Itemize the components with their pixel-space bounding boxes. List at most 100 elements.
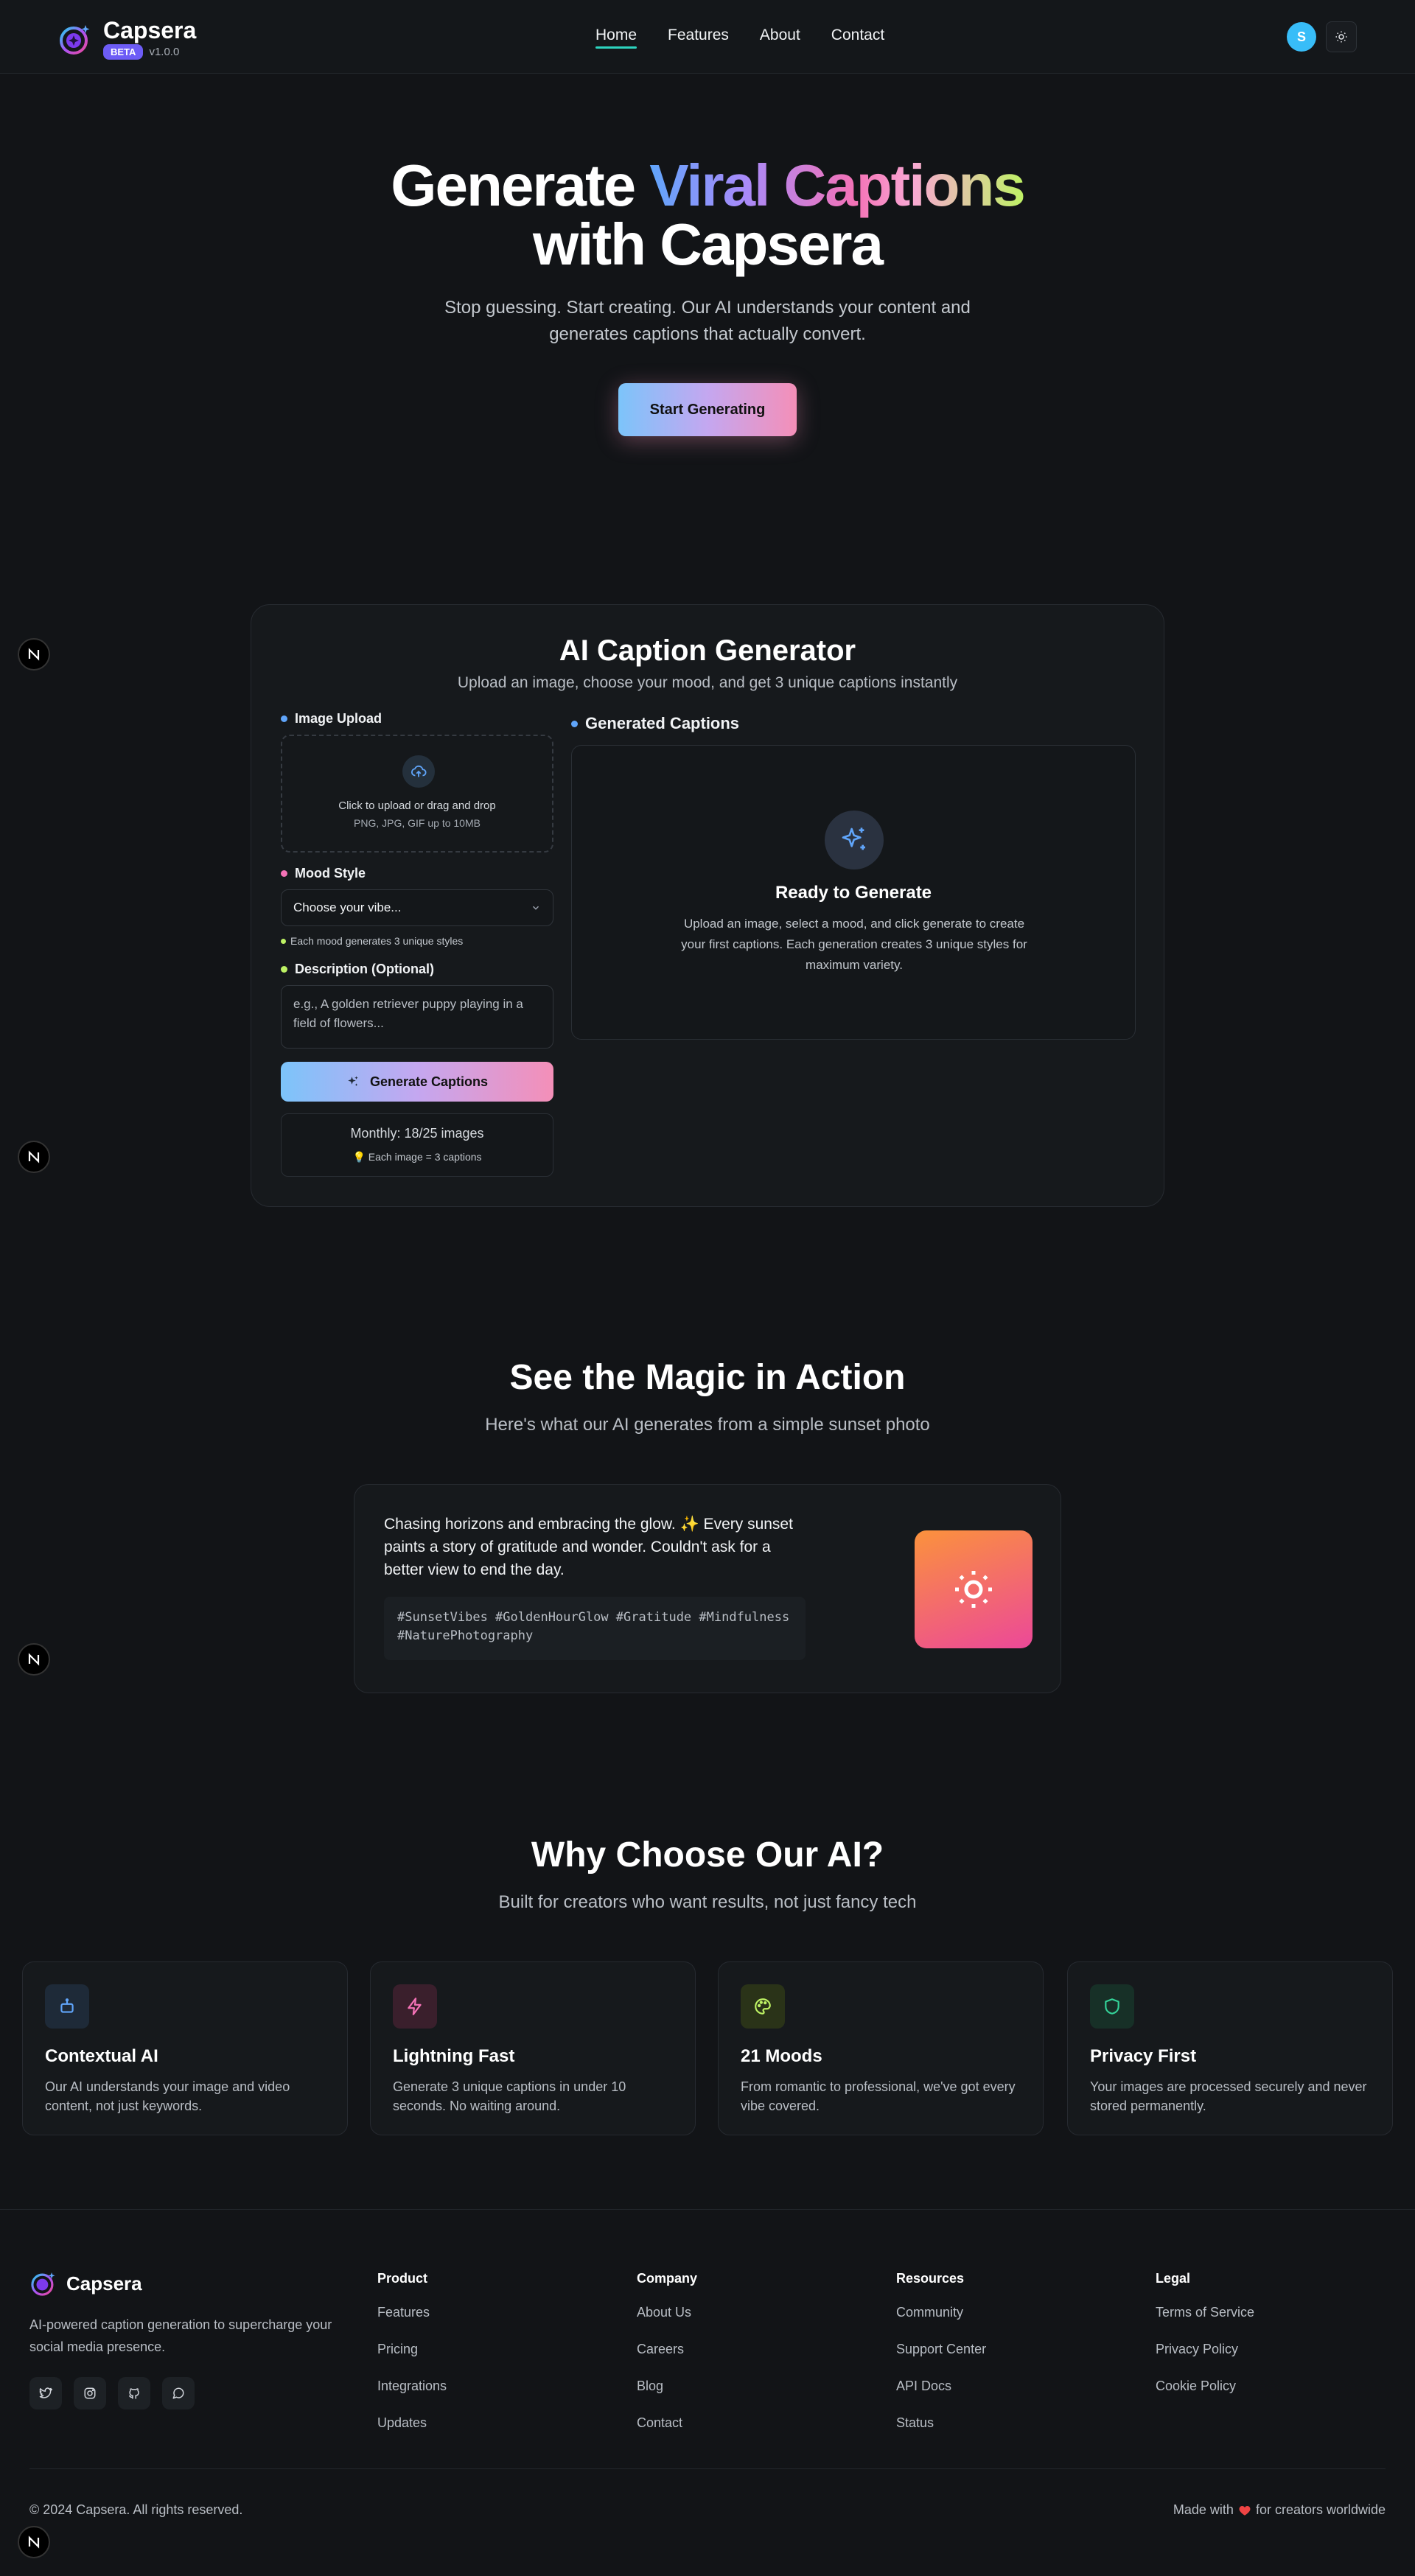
- footer-brand[interactable]: Capsera: [29, 2269, 142, 2297]
- made-with-love: Made with for creators worldwide: [1173, 2502, 1386, 2517]
- site-header: Capsera BETA v1.0.0 Home Features About …: [0, 0, 1415, 74]
- footer-link[interactable]: Blog: [637, 2378, 697, 2415]
- robot-icon: [45, 1984, 89, 2029]
- feature-text: Our AI understands your image and video …: [45, 2079, 290, 2113]
- footer-col-company: Company About Us Careers Blog Contact: [637, 2271, 697, 2451]
- hero-subtitle: Stop guessing. Start creating. Our AI un…: [444, 298, 971, 344]
- footer-link[interactable]: Terms of Service: [1156, 2304, 1254, 2341]
- version-label: v1.0.0: [149, 46, 180, 58]
- feature-text: From romantic to professional, we've got…: [741, 2079, 1016, 2113]
- capsera-logo-icon: [31, 2272, 55, 2296]
- footer-link[interactable]: Contact: [637, 2415, 697, 2451]
- mood-style-label: Mood Style: [281, 866, 366, 881]
- mood-hint: Each mood generates 3 unique styles: [281, 935, 463, 947]
- upload-formats: PNG, JPG, GIF up to 10MB: [354, 817, 481, 829]
- mood-select[interactable]: Choose your vibe...: [281, 889, 553, 926]
- footer-bottom-divider: [29, 2468, 1386, 2469]
- why-title: Why Choose Our AI?: [531, 1835, 884, 1875]
- footer-description: AI-powered caption generation to superch…: [29, 2317, 332, 2354]
- footer-link[interactable]: Careers: [637, 2341, 697, 2378]
- footer-link[interactable]: API Docs: [896, 2378, 986, 2415]
- feature-card-lightning-fast: Lightning Fast Generate 3 unique caption…: [370, 1961, 696, 2135]
- n-badge-icon[interactable]: [18, 2526, 50, 2558]
- footer-brand-name: Capsera: [66, 2272, 142, 2295]
- generated-captions-panel: Ready to Generate Upload an image, selec…: [571, 745, 1136, 1040]
- upload-instructions: Click to upload or drag and drop: [338, 799, 496, 812]
- footer-link[interactable]: Status: [896, 2415, 986, 2451]
- footer-link[interactable]: About Us: [637, 2304, 697, 2341]
- footer-col-heading: Company: [637, 2271, 698, 2286]
- footer-col-legal: Legal Terms of Service Privacy Policy Co…: [1156, 2271, 1254, 2415]
- image-upload-dropzone[interactable]: Click to upload or drag and drop PNG, JP…: [281, 735, 553, 853]
- footer-link[interactable]: Integrations: [377, 2378, 447, 2415]
- magic-example-card: Chasing horizons and embracing the glow.…: [354, 1484, 1061, 1693]
- footer-link[interactable]: Privacy Policy: [1156, 2341, 1254, 2378]
- twitter-icon[interactable]: [29, 2377, 62, 2409]
- hero-title-part1: Generate: [391, 153, 650, 218]
- github-icon[interactable]: [118, 2377, 150, 2409]
- footer-link[interactable]: Features: [377, 2304, 447, 2341]
- footer-col-heading: Resources: [896, 2271, 965, 2286]
- example-hashtags: #SunsetVibes #GoldenHourGlow #Gratitude …: [384, 1597, 806, 1660]
- n-badge-icon[interactable]: [18, 1643, 50, 1676]
- nav-home[interactable]: Home: [595, 27, 637, 49]
- chat-icon[interactable]: [162, 2377, 195, 2409]
- footer-link[interactable]: Support Center: [896, 2341, 986, 2378]
- footer-link[interactable]: Pricing: [377, 2341, 447, 2378]
- feature-text: Your images are processed securely and n…: [1090, 2079, 1367, 2113]
- feature-card-21-moods: 21 Moods From romantic to professional, …: [718, 1961, 1044, 2135]
- n-badge-icon[interactable]: [18, 1141, 50, 1173]
- nav-about[interactable]: About: [760, 27, 800, 44]
- footer-link[interactable]: Community: [896, 2304, 986, 2341]
- n-badge-icon[interactable]: [18, 638, 50, 671]
- why-subtitle: Built for creators who want results, not…: [498, 1892, 917, 1912]
- footer-divider: [0, 2209, 1415, 2210]
- quota-text: Monthly: 18/25 images: [350, 1126, 484, 1141]
- monthly-quota: Monthly: 18/25 images 💡 Each image = 3 c…: [281, 1113, 553, 1177]
- copyright: © 2024 Capsera. All rights reserved.: [29, 2502, 243, 2517]
- generate-captions-label: Generate Captions: [369, 1074, 489, 1089]
- generated-captions-label: Generated Captions: [571, 714, 739, 733]
- footer-col-heading: Legal: [1156, 2271, 1191, 2286]
- social-links: [29, 2377, 195, 2409]
- sun-icon: [1335, 31, 1347, 43]
- shield-icon: [1090, 1984, 1134, 2029]
- image-upload-label: Image Upload: [281, 711, 382, 727]
- instagram-icon[interactable]: [74, 2377, 106, 2409]
- ready-title: Ready to Generate: [775, 883, 932, 903]
- description-label: Description (Optional): [281, 962, 434, 977]
- footer-link[interactable]: Cookie Policy: [1156, 2378, 1254, 2415]
- theme-toggle-button[interactable]: [1326, 21, 1357, 52]
- sparkles-icon: [348, 1076, 358, 1086]
- generate-captions-button[interactable]: Generate Captions: [281, 1062, 553, 1102]
- cloud-upload-icon: [402, 755, 435, 788]
- palette-icon: [741, 1984, 785, 2029]
- feature-card-privacy-first: Privacy First Your images are processed …: [1067, 1961, 1393, 2135]
- nav-features[interactable]: Features: [668, 27, 729, 44]
- magic-title: See the Magic in Action: [509, 1358, 906, 1397]
- capsera-logo-icon: [60, 24, 90, 55]
- lightning-icon: [393, 1984, 437, 2029]
- sunset-image-tile: [915, 1530, 1033, 1648]
- nav-contact[interactable]: Contact: [831, 27, 884, 44]
- hero-title-highlight: Viral Captions: [649, 153, 1025, 218]
- feature-title: Lightning Fast: [393, 2046, 515, 2066]
- footer-link[interactable]: Updates: [377, 2415, 447, 2451]
- heart-icon: [1239, 2505, 1251, 2516]
- brand[interactable]: Capsera BETA v1.0.0: [57, 18, 196, 60]
- description-field[interactable]: e.g., A golden retriever puppy playing i…: [281, 985, 553, 1049]
- feature-title: Contextual AI: [45, 2046, 158, 2066]
- brand-name: Capsera: [103, 17, 197, 43]
- generator-title: AI Caption Generator: [559, 634, 856, 667]
- main-nav: Home Features About Contact: [595, 27, 884, 49]
- beta-badge: BETA: [103, 44, 144, 60]
- ready-text: Upload an image, select a mood, and clic…: [681, 917, 1027, 972]
- sun-icon: [955, 1571, 992, 1608]
- feature-title: Privacy First: [1090, 2046, 1197, 2066]
- feature-title: 21 Moods: [741, 2046, 822, 2066]
- mood-select-value: Choose your vibe...: [293, 900, 402, 914]
- user-avatar[interactable]: S: [1287, 22, 1316, 52]
- footer-col-product: Product Features Pricing Integrations Up…: [377, 2271, 447, 2451]
- start-generating-button[interactable]: Start Generating: [618, 383, 797, 436]
- example-caption: Chasing horizons and embracing the glow.…: [384, 1516, 793, 1578]
